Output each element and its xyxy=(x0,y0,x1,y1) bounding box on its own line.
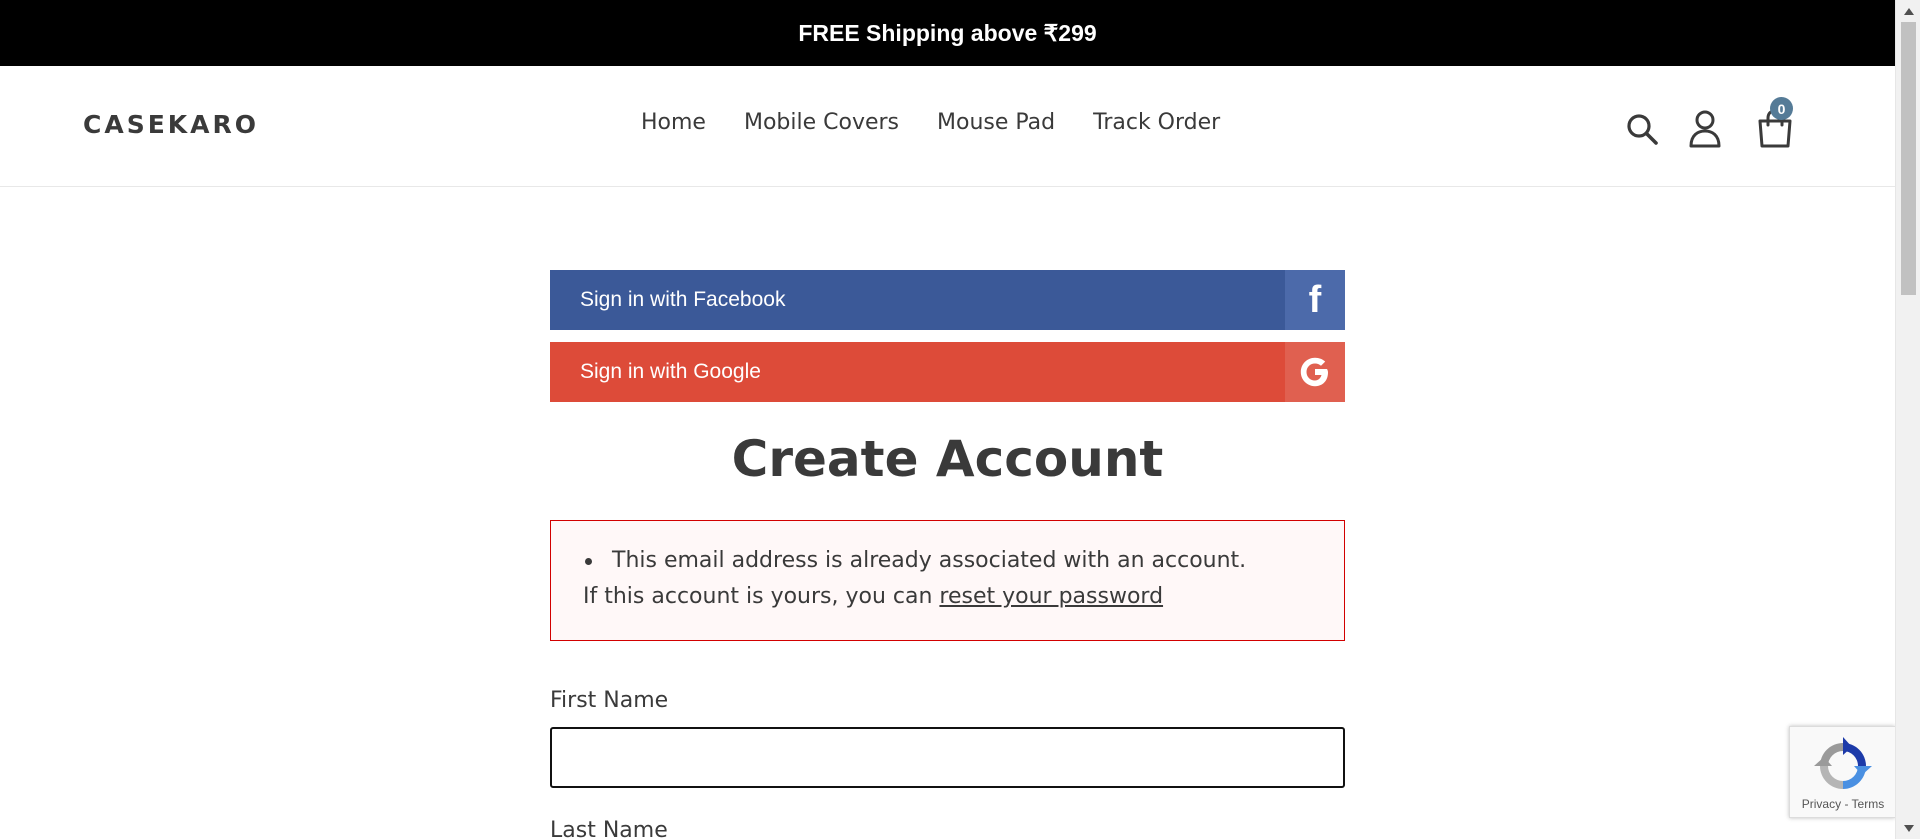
nav-item-mobile-covers[interactable]: Mobile Covers xyxy=(744,110,899,135)
recaptcha-terms[interactable]: Privacy - Terms xyxy=(1790,797,1896,811)
scroll-down-icon[interactable] xyxy=(1896,817,1920,839)
google-icon xyxy=(1285,342,1345,402)
first-name-input[interactable] xyxy=(550,727,1345,788)
site-logo[interactable]: CASEKARO xyxy=(83,110,259,139)
main-nav: Home Mobile Covers Mouse Pad Track Order xyxy=(622,110,1239,135)
first-name-label: First Name xyxy=(550,688,669,713)
sign-in-facebook-button[interactable]: Sign in with Facebook f xyxy=(550,270,1345,330)
error-text: This email address is already associated… xyxy=(612,548,1247,573)
last-name-label: Last Name xyxy=(550,818,668,839)
error-list-item: This email address is already associated… xyxy=(583,543,1314,579)
recaptcha-icon xyxy=(1814,737,1872,795)
page: FREE Shipping above ₹299 CASEKARO Home M… xyxy=(0,0,1920,839)
scroll-up-icon[interactable] xyxy=(1896,0,1920,22)
scrollbar-thumb[interactable] xyxy=(1901,22,1916,295)
account-icon[interactable] xyxy=(1683,104,1727,154)
announcement-text: FREE Shipping above ₹299 xyxy=(798,19,1097,46)
nav-item-mouse-pad[interactable]: Mouse Pad xyxy=(937,110,1055,135)
announcement-bar: FREE Shipping above ₹299 xyxy=(0,0,1895,66)
reset-password-link[interactable]: reset your password xyxy=(939,584,1163,609)
sign-in-google-button[interactable]: Sign in with Google xyxy=(550,342,1345,402)
vertical-scrollbar[interactable] xyxy=(1895,0,1920,839)
cart-count-badge: 0 xyxy=(1770,97,1793,120)
site-header: CASEKARO Home Mobile Covers Mouse Pad Tr… xyxy=(0,66,1895,187)
nav-item-track-order[interactable]: Track Order xyxy=(1093,110,1220,135)
error-followup-text: If this account is yours, you can xyxy=(583,584,933,609)
nav-item-home[interactable]: Home xyxy=(641,110,706,135)
search-icon[interactable] xyxy=(1620,104,1664,154)
sign-in-google-label: Sign in with Google xyxy=(580,360,761,383)
sign-in-facebook-label: Sign in with Facebook xyxy=(580,288,786,311)
bullet-icon xyxy=(585,557,592,565)
form-error-message: This email address is already associated… xyxy=(550,520,1345,641)
recaptcha-badge[interactable]: Privacy - Terms xyxy=(1789,726,1895,818)
page-title: Create Account xyxy=(731,430,1164,488)
facebook-icon: f xyxy=(1285,270,1345,330)
error-followup: If this account is yours, you can reset … xyxy=(583,579,1314,615)
